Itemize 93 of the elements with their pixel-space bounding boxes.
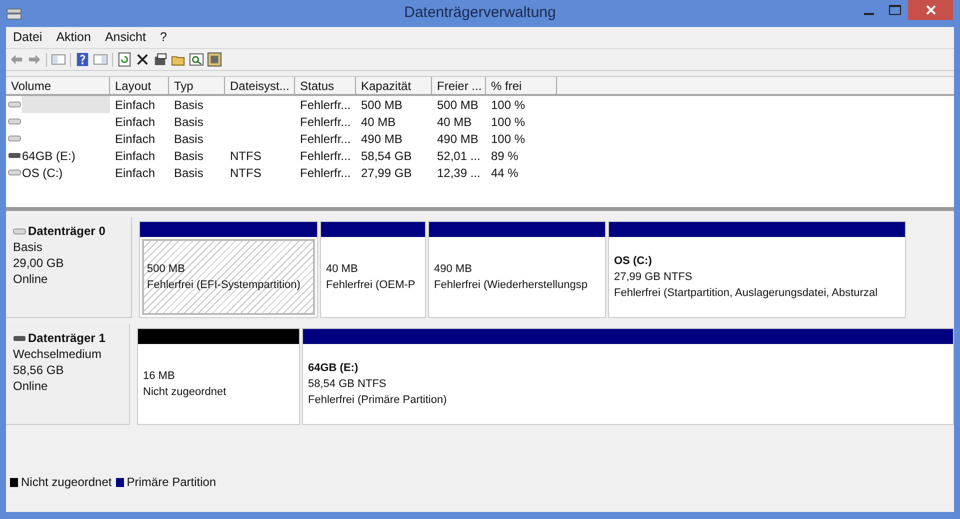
partition-text: 40 MB — [326, 262, 359, 277]
partition-text: Fehlerfrei (Wiederherstellungsp — [434, 278, 588, 293]
table-cell-text: Fehlerfr... — [299, 164, 352, 182]
column-header[interactable]: Dateisyst... — [225, 77, 295, 94]
partition-block[interactable]: 490 MB Fehlerfrei (Wiederherstellungsp — [428, 221, 606, 318]
menu-item[interactable]: Ansicht — [104, 28, 146, 47]
disk-status: Online — [13, 271, 49, 287]
settings-icon[interactable] — [206, 51, 223, 68]
volume-name: OS (C:) — [22, 164, 63, 182]
partition-text: 27,99 GB NTFS — [614, 270, 694, 285]
table-cell-text: 490 MB — [436, 130, 480, 148]
table-cell-text: Basis — [173, 114, 204, 130]
table-cell-text: 89 % — [490, 148, 520, 164]
column-header[interactable]: % frei — [486, 77, 557, 94]
table-cell-text: 58,54 GB — [360, 148, 413, 164]
table-cell-text: 52,01 ... — [436, 148, 482, 164]
maximize-icon — [889, 5, 901, 15]
partition-block[interactable]: 40 MB Fehlerfrei (OEM-P — [320, 221, 426, 318]
column-header[interactable]: Kapazität — [356, 77, 432, 94]
partition-text: Fehlerfrei (Primäre Partition) — [308, 393, 448, 408]
table-cell-text: 40 MB — [360, 114, 397, 130]
table-row[interactable]: OS (C:) Einfach Basis NTFS Fehlerfr... 27,99 GB 12,39 ... 44 % — [6, 164, 954, 181]
table-cell-text: Basis — [173, 164, 204, 182]
table-cell-text: NTFS — [229, 164, 262, 182]
partition-text: Fehlerfrei (Startpartition, Auslagerungsdatei, Absturzal — [614, 286, 879, 301]
search-icon[interactable] — [188, 51, 205, 68]
column-header[interactable]: Layout — [110, 77, 169, 94]
table-cell-text: 490 MB — [360, 130, 404, 148]
table-cell-text: 100 % — [490, 130, 526, 148]
partition-text: 16 MB — [143, 369, 176, 384]
table-cell-text: Fehlerfr... — [299, 130, 352, 148]
disk-status: Online — [13, 378, 49, 394]
table-cell-text: 100 % — [490, 96, 526, 114]
table-cell-text: Basis — [173, 148, 204, 164]
drive-icon — [13, 334, 26, 342]
table-cell-text: 100 % — [490, 114, 526, 130]
table-row[interactable]: Einfach Basis Fehlerfr... 490 MB 490 MB 100 % — [6, 130, 954, 147]
table-cell-text: 40 MB — [436, 114, 473, 130]
disk-name: Datenträger 1 — [28, 330, 106, 346]
table-cell-text: 12,39 ... — [436, 164, 482, 182]
partition-text: 500 MB — [147, 262, 186, 277]
partition-text: 490 MB — [434, 262, 473, 277]
legend-label: Primäre Partition — [126, 474, 216, 491]
table-cell-text: Einfach — [114, 114, 156, 130]
table-cell-text: Basis — [173, 96, 204, 114]
disk-name: Datenträger 0 — [28, 223, 106, 239]
properties-icon[interactable] — [152, 51, 169, 68]
partition-text: 58,54 GB NTFS — [308, 377, 388, 392]
help-icon[interactable] — [74, 51, 91, 68]
drive-icon — [8, 152, 21, 159]
partition-block[interactable]: OS (C:) 27,99 GB NTFS Fehlerfrei (Startpartition, Auslagerungsdatei, Absturzal — [608, 221, 906, 318]
partition-label: OS (C:) — [614, 254, 653, 269]
disk-type: Basis — [13, 239, 44, 255]
partition-label: 64GB (E:) — [308, 361, 360, 376]
table-cell-text: Fehlerfr... — [299, 96, 352, 114]
minimize-icon — [864, 12, 874, 14]
disk-size: 58,56 GB — [13, 362, 65, 378]
table-cell-text: 44 % — [490, 164, 520, 182]
disk-type: Wechselmedium — [13, 346, 102, 362]
table-row[interactable]: 64GB (E:) Einfach Basis NTFS Fehlerfr... 58,54 GB 52,01 ... 89 % — [6, 147, 954, 164]
window-title: Datenträgerverwaltung — [403, 3, 557, 24]
table-cell-text: Einfach — [114, 96, 156, 114]
partition-block[interactable]: 500 MB Fehlerfrei (EFI-Systempartition) — [139, 221, 318, 318]
table-cell-text: Einfach — [114, 164, 156, 182]
menu-item[interactable]: ? — [160, 28, 167, 47]
column-header[interactable]: Volume — [6, 77, 110, 94]
partition-block[interactable]: 16 MB Nicht zugeordnet — [137, 328, 300, 425]
table-cell-text: Fehlerfr... — [299, 148, 352, 164]
table-cell-text: Fehlerfr... — [299, 114, 352, 130]
disk-size: 29,00 GB — [13, 255, 65, 271]
table-cell-text: NTFS — [229, 148, 262, 164]
column-header[interactable]: Freier ... — [432, 77, 486, 94]
menu-item[interactable]: Aktion — [56, 28, 91, 47]
partition-text: Fehlerfrei (EFI-Systempartition) — [147, 278, 302, 293]
legend-label: Nicht zugeordnet — [21, 474, 112, 491]
table-cell-text: Basis — [173, 130, 204, 148]
column-header[interactable]: Status — [295, 77, 356, 94]
table-row[interactable]: Einfach Basis Fehlerfr... 40 MB 40 MB 100 % — [6, 113, 954, 130]
partition-text: Fehlerfrei (OEM-P — [326, 278, 416, 293]
partition-text: Nicht zugeordnet — [143, 385, 228, 400]
table-cell-text: 500 MB — [360, 96, 404, 114]
menu-item[interactable]: Datei — [13, 28, 42, 47]
close-button[interactable] — [908, 0, 953, 20]
app-icon — [6, 6, 22, 20]
column-header[interactable]: Typ — [169, 77, 225, 94]
refresh-icon[interactable] — [116, 51, 133, 68]
close-icon — [926, 5, 936, 15]
table-cell-text: Einfach — [114, 130, 156, 148]
partition-block[interactable]: 64GB (E:) 58,54 GB NTFS Fehlerfrei (Primäre Partition) — [302, 328, 954, 425]
table-cell-text: Einfach — [114, 148, 156, 164]
table-cell-text: 500 MB — [436, 96, 480, 114]
table-cell-text: 27,99 GB — [360, 164, 413, 182]
volume-name: 64GB (E:) — [22, 148, 76, 164]
